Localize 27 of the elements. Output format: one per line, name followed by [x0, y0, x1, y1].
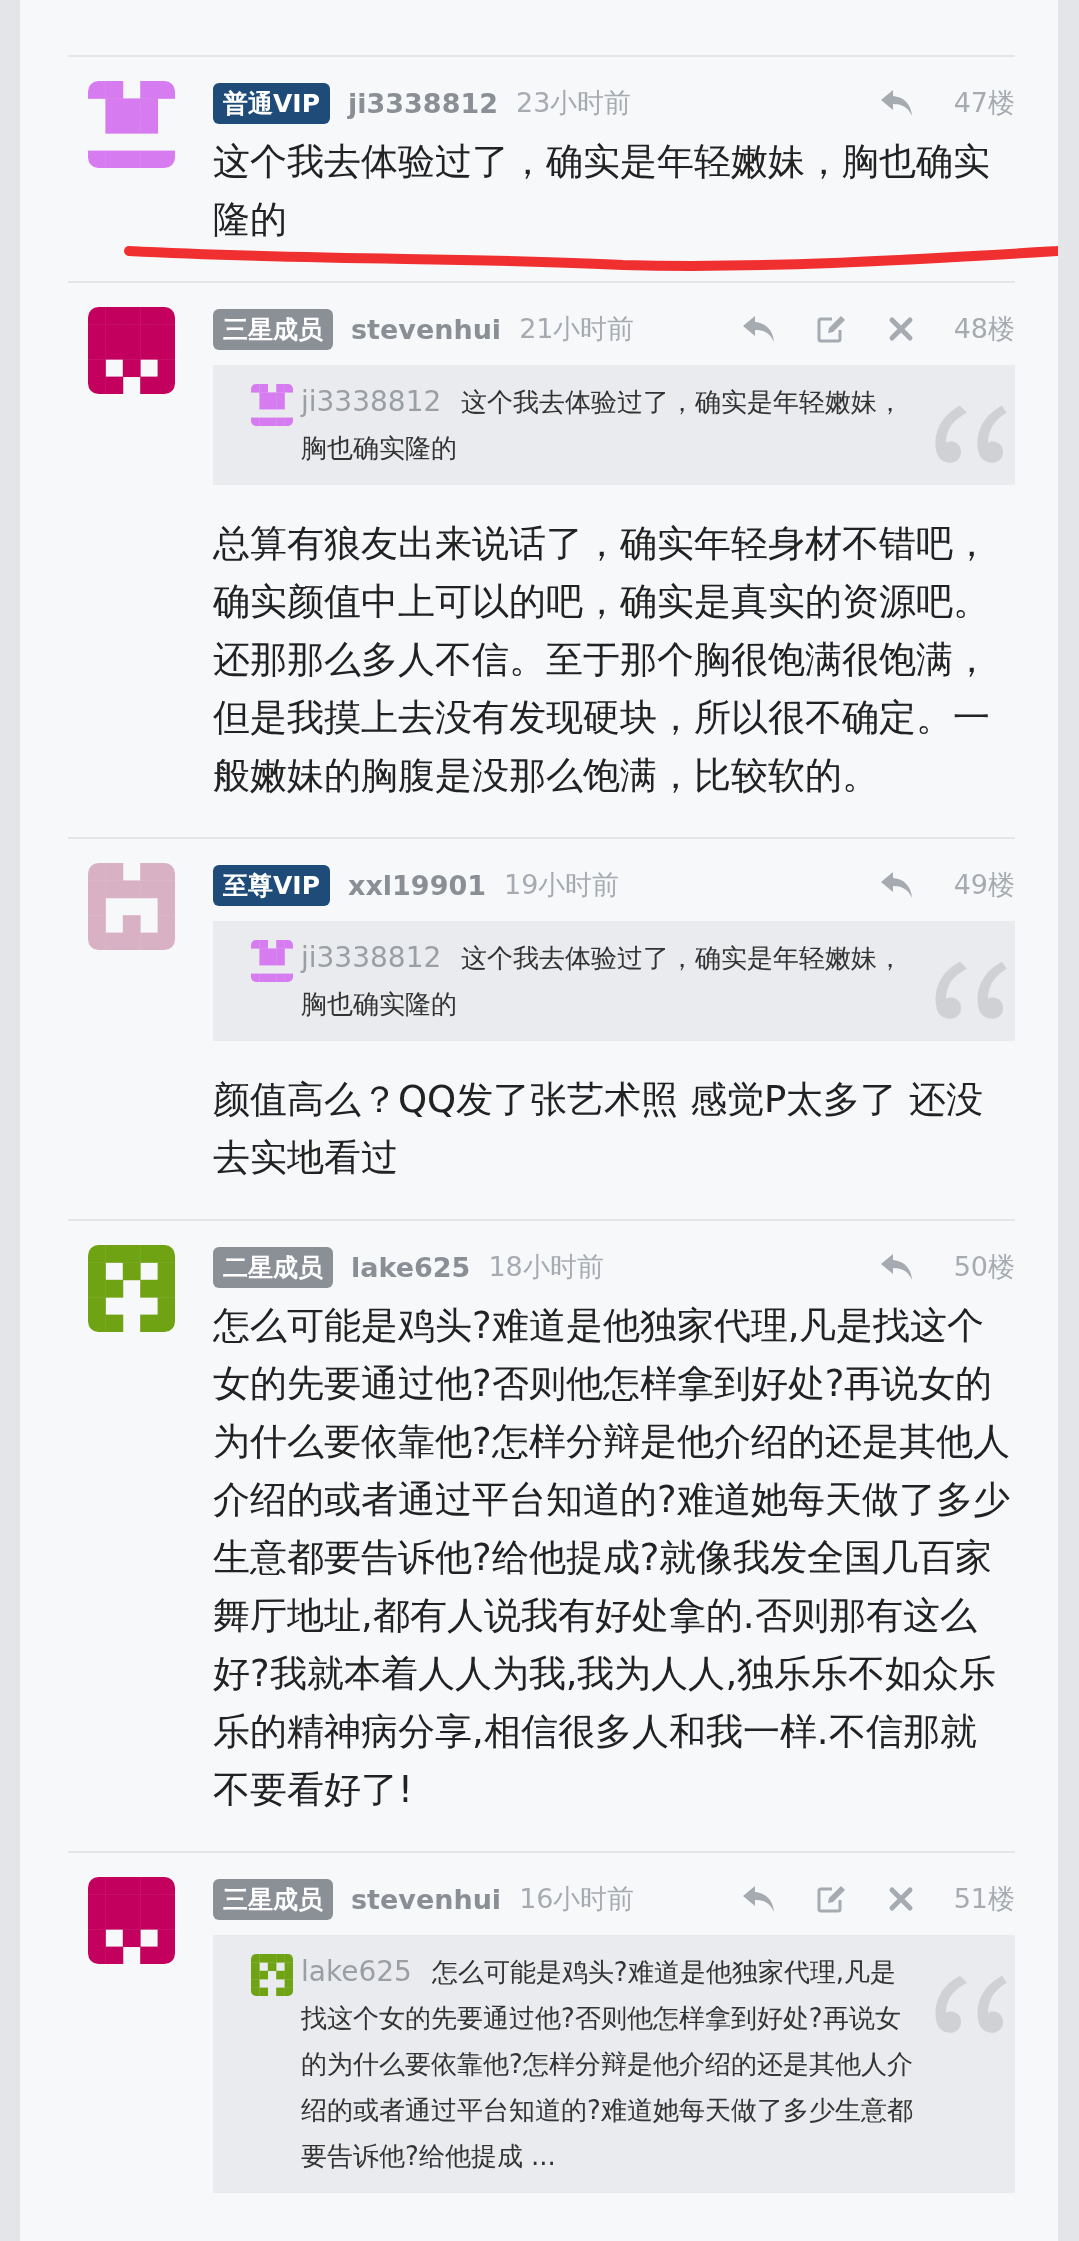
username[interactable]: xxl19901	[348, 869, 486, 901]
quoted-text: ji3338812 这个我去体验过了，确实是年轻嫩妹，胸也确实隆的	[301, 940, 905, 1021]
floor-number: 50楼	[953, 1250, 1015, 1284]
post-time: 19小时前	[504, 868, 620, 902]
post-text: 总算有狼友出来说话了，确实年轻身材不错吧，确实颜值中上可以的吧，确实是真实的资源吧。还那那么多人不信。至于那个胸很饱满很饱满，但是我摸上去没有发现硬块，所以很不确定。一般嫩妹的胸腹是没那么饱满，比较软的。	[213, 521, 991, 799]
username[interactable]: stevenhui	[351, 313, 502, 345]
username[interactable]: lake625	[351, 1251, 471, 1283]
post-time: 16小时前	[519, 1882, 635, 1916]
quoted-text: lake625 怎么可能是鸡头?难道是他独家代理,凡是找这个女的先要通过他?否则他怎样拿到好处?再说女的为什么要依靠他?怎样分辩是他介绍的还是其他人介绍的或者通过平台知道的?难道她每天做了多少生意都要告诉他?给他提成 ...	[301, 1954, 914, 2173]
post-text: 颜值高么？QQ发了张艺术照 感觉P太多了 还没去实地看过	[213, 1077, 985, 1181]
floor-number: 51楼	[953, 1882, 1015, 1916]
floor-number: 48楼	[953, 312, 1015, 346]
post-time: 18小时前	[488, 1250, 604, 1284]
rank-badge: 至尊VIP	[213, 864, 330, 906]
rank-badge: 二星成员	[213, 1246, 333, 1288]
rank-badge: 普通VIP	[213, 82, 330, 124]
rank-badge: 三星成员	[213, 1878, 333, 1920]
rank-badge: 三星成员	[213, 308, 333, 350]
floor-number: 49楼	[953, 868, 1015, 902]
quoted-text: ji3338812 这个我去体验过了，确实是年轻嫩妹，胸也确实隆的	[301, 384, 905, 465]
username[interactable]: ji3338812	[348, 87, 498, 119]
username[interactable]: stevenhui	[351, 1883, 502, 1915]
floor-number: 47楼	[953, 86, 1015, 120]
post-text: 怎么可能是鸡头?难道是他独家代理,凡是找这个女的先要通过他?否则他怎样拿到好处?再说女的为什么要依靠他?怎样分辩是他介绍的还是其他人介绍的或者通过平台知道的?难道她每天做了多少生意都要告诉他?给他提成?就像我发全国几百家舞厅地址,都有人说我有好处拿的.否则那有这么好?我就本着人人为我,我为人人,独乐乐不如众乐乐的精神病分享,相信很多人和我一样.不信那就不要看好了!	[213, 1303, 1011, 1813]
post-text: 这个我去体验过了，确实是年轻嫩妹，胸也确实隆的	[213, 139, 991, 243]
post-time: 21小时前	[519, 312, 635, 346]
post-time: 23小时前	[516, 86, 632, 120]
